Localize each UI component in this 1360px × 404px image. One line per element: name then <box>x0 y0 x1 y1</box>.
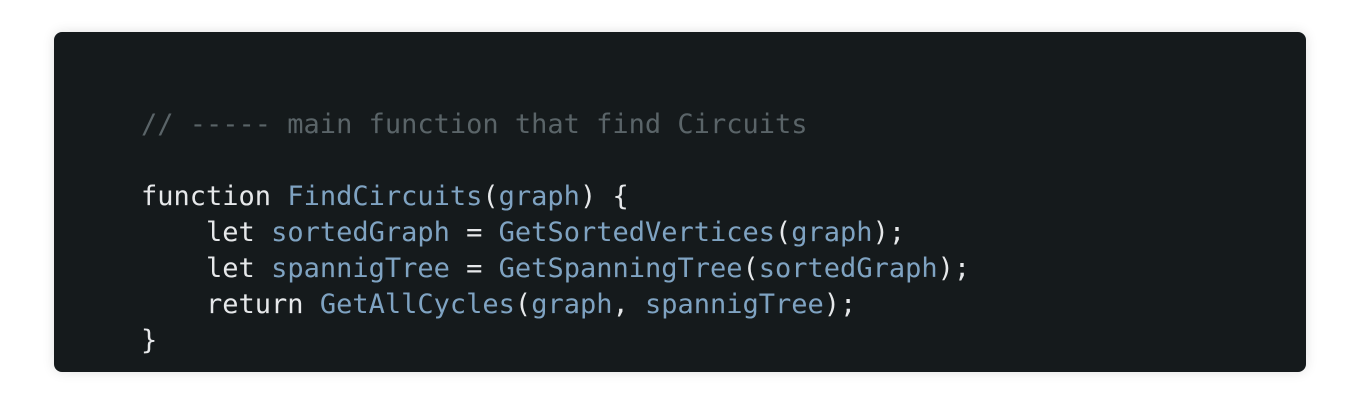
code-line: let sortedGraph = GetSortedVertices(grap… <box>141 215 1306 251</box>
code-punctuation: ); <box>937 253 971 284</box>
code-punctuation: = <box>449 253 499 284</box>
code-punctuation: ( <box>742 253 759 284</box>
code-punctuation: ) { <box>579 181 629 212</box>
code-punctuation: ( <box>775 217 792 248</box>
code-keyword: let <box>206 253 255 284</box>
code-punctuation <box>271 181 287 212</box>
code-punctuation <box>255 217 271 248</box>
code-snippet-card: // ----- main function that find Circuit… <box>54 32 1306 372</box>
code-keyword: let <box>206 217 255 248</box>
code-punctuation <box>304 289 320 320</box>
code-identifier: spannigTree <box>644 289 824 320</box>
code-block: // ----- main function that find Circuit… <box>141 107 1306 359</box>
code-identifier: GetSortedVertices <box>498 217 776 248</box>
code-identifier: GetAllCycles <box>319 289 515 320</box>
code-keyword: return <box>206 289 304 320</box>
code-punctuation: ( <box>482 181 499 212</box>
code-punctuation: } <box>141 325 158 356</box>
code-line: return GetAllCycles(graph, spannigTree); <box>141 287 1306 323</box>
code-punctuation <box>141 253 206 284</box>
code-line: function FindCircuits(graph) { <box>141 179 1306 215</box>
code-punctuation: ); <box>872 217 906 248</box>
code-identifier: sortedGraph <box>271 217 450 248</box>
code-punctuation <box>141 289 206 320</box>
code-identifier: graph <box>531 289 613 320</box>
code-punctuation: , <box>612 289 645 320</box>
code-line: // ----- main function that find Circuit… <box>141 107 1306 143</box>
code-identifier: GetSpanningTree <box>498 253 743 284</box>
code-punctuation: ( <box>514 289 532 320</box>
code-identifier: spannigTree <box>271 253 450 284</box>
code-identifier: FindCircuits <box>287 181 483 212</box>
code-punctuation <box>141 217 206 248</box>
code-identifier: sortedGraph <box>758 253 938 284</box>
code-punctuation <box>255 253 271 284</box>
code-punctuation: = <box>449 217 499 248</box>
code-punctuation: ); <box>823 289 857 320</box>
code-comment: // ----- main function that find Circuit… <box>141 109 808 140</box>
code-line: let spannigTree = GetSpanningTree(sorted… <box>141 251 1306 287</box>
code-identifier: graph <box>498 181 580 212</box>
code-line: } <box>141 323 1306 359</box>
code-keyword: function <box>141 181 272 212</box>
code-identifier: graph <box>791 217 873 248</box>
